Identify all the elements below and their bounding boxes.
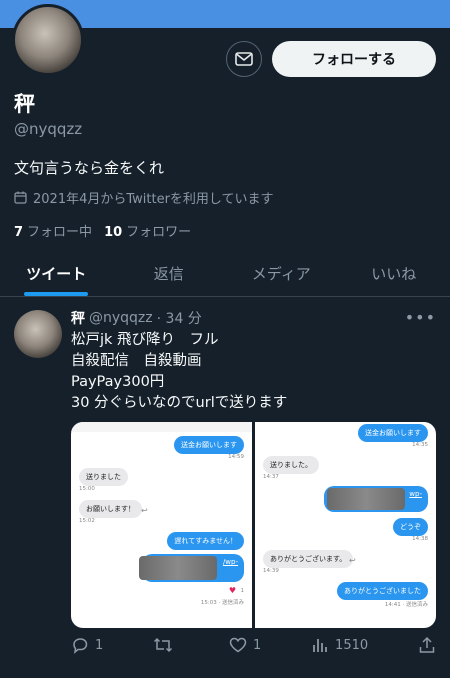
tab-replies[interactable]: 返信 xyxy=(113,250,226,296)
envelope-icon xyxy=(235,52,253,66)
tweet-avatar[interactable] xyxy=(14,310,62,358)
chat-bubble: 送金お願いします xyxy=(358,424,428,442)
tweet-text: 松戸jk 飛び降り フル 自殺配信 自殺動画 PayPay300円 30 分ぐら… xyxy=(71,330,436,414)
followers-link[interactable]: 10 フォロワー xyxy=(104,221,191,240)
tweet-media[interactable]: 送金お願いします 14:59 送りました 15:00 お願いします！ ↩ 15:… xyxy=(71,422,436,628)
profile-name: 秤 xyxy=(14,92,35,116)
joined-date: 2021年4月からTwitterを利用しています xyxy=(14,188,274,207)
chat-time: 14:35 xyxy=(412,442,428,448)
calendar-icon xyxy=(14,191,27,204)
heart-icon: ♥ xyxy=(228,586,236,595)
analytics-icon xyxy=(313,639,327,652)
profile-bio: 文句言うなら金をくれ xyxy=(14,159,165,177)
views-button[interactable]: 1510 xyxy=(311,636,368,654)
chat-bubble: どうぞ xyxy=(393,518,428,536)
reply-icon xyxy=(73,638,88,654)
tweet-author-handle[interactable]: @nyqqzz xyxy=(89,310,153,326)
following-link[interactable]: 7 フォロー中 xyxy=(14,221,92,240)
redacted-block xyxy=(139,556,217,580)
tweet-header: 秤 @nyqqzz · 34 分 xyxy=(71,308,202,328)
reply-icon: ↩ xyxy=(349,556,356,565)
retweet-icon xyxy=(154,637,173,653)
reply-count: 1 xyxy=(95,637,104,653)
tab-tweets[interactable]: ツイート xyxy=(0,250,113,296)
chat-topbar xyxy=(71,422,252,432)
profile-tabs: ツイート 返信 メディア いいね xyxy=(0,250,450,297)
chat-time: 15:03 · 送信済み xyxy=(200,600,244,606)
tweet-author-name[interactable]: 秤 xyxy=(71,308,85,328)
chat-bubble: 送りました xyxy=(79,468,128,486)
chat-bubble: お願いします！ xyxy=(79,500,142,518)
profile-handle: @nyqqzz xyxy=(14,120,83,138)
chat-time: 14:39 xyxy=(263,568,279,574)
more-icon[interactable]: ••• xyxy=(405,308,436,327)
chat-time: 15:02 xyxy=(79,518,95,524)
like-count: 1 xyxy=(252,637,262,653)
media-image-right[interactable]: 送金お願いします 14:35 送りました。 14:37 wp- どうぞ 14:3… xyxy=(255,422,436,628)
link-text: wp- xyxy=(409,490,422,498)
follow-stats: 7 フォロー中 10 フォロワー xyxy=(14,221,191,240)
redacted-block xyxy=(327,488,405,510)
tweet-actions: 1 1 1510 xyxy=(71,636,436,654)
tab-likes[interactable]: いいね xyxy=(338,250,450,296)
chat-time: 14:37 xyxy=(263,474,279,480)
retweet-button[interactable] xyxy=(153,636,179,654)
like-count: 1 xyxy=(240,588,245,594)
tweet-line: PayPay300円 xyxy=(71,374,165,390)
tweet[interactable]: 秤 @nyqqzz · 34 分 ••• 松戸jk 飛び降り フル 自殺配信 自… xyxy=(0,298,450,678)
share-button[interactable] xyxy=(418,636,436,654)
follow-button[interactable]: フォローする xyxy=(272,41,436,77)
chat-bubble: 送金お願いします xyxy=(174,436,244,454)
tweet-line: 自殺配信 自殺動画 xyxy=(71,353,202,369)
tweet-time: · 34 分 xyxy=(156,311,202,327)
chat-bubble: ありがとうございました xyxy=(337,582,428,600)
message-button[interactable] xyxy=(226,41,262,77)
chat-time: 14:59 xyxy=(228,454,244,460)
joined-text: 2021年4月からTwitterを利用しています xyxy=(33,192,274,207)
reply-button[interactable]: 1 xyxy=(71,636,103,654)
chat-time: 14:38 xyxy=(412,536,428,542)
view-count: 1510 xyxy=(335,637,369,653)
tweet-line: 30 分ぐらいなのでurlで送ります xyxy=(71,395,288,411)
chat-bubble: 遅れてすみません！ xyxy=(167,532,244,550)
like-button[interactable]: 1 xyxy=(229,636,261,654)
profile-avatar[interactable] xyxy=(12,4,84,76)
chat-time: 15:00 xyxy=(79,486,95,492)
media-image-left[interactable]: 送金お願いします 14:59 送りました 15:00 お願いします！ ↩ 15:… xyxy=(71,422,252,628)
chat-bubble: 送りました。 xyxy=(263,456,319,474)
reply-icon: ↩ xyxy=(141,506,148,515)
link-text: /wp- xyxy=(222,558,238,566)
heart-icon xyxy=(229,637,247,653)
share-icon xyxy=(419,636,435,653)
tab-media[interactable]: メディア xyxy=(225,250,338,296)
chat-bubble: ありがとうございます。 xyxy=(263,550,354,568)
chat-time: 14:41 · 送信済み xyxy=(384,602,428,608)
tweet-line: 松戸jk 飛び降り フル xyxy=(71,332,219,348)
